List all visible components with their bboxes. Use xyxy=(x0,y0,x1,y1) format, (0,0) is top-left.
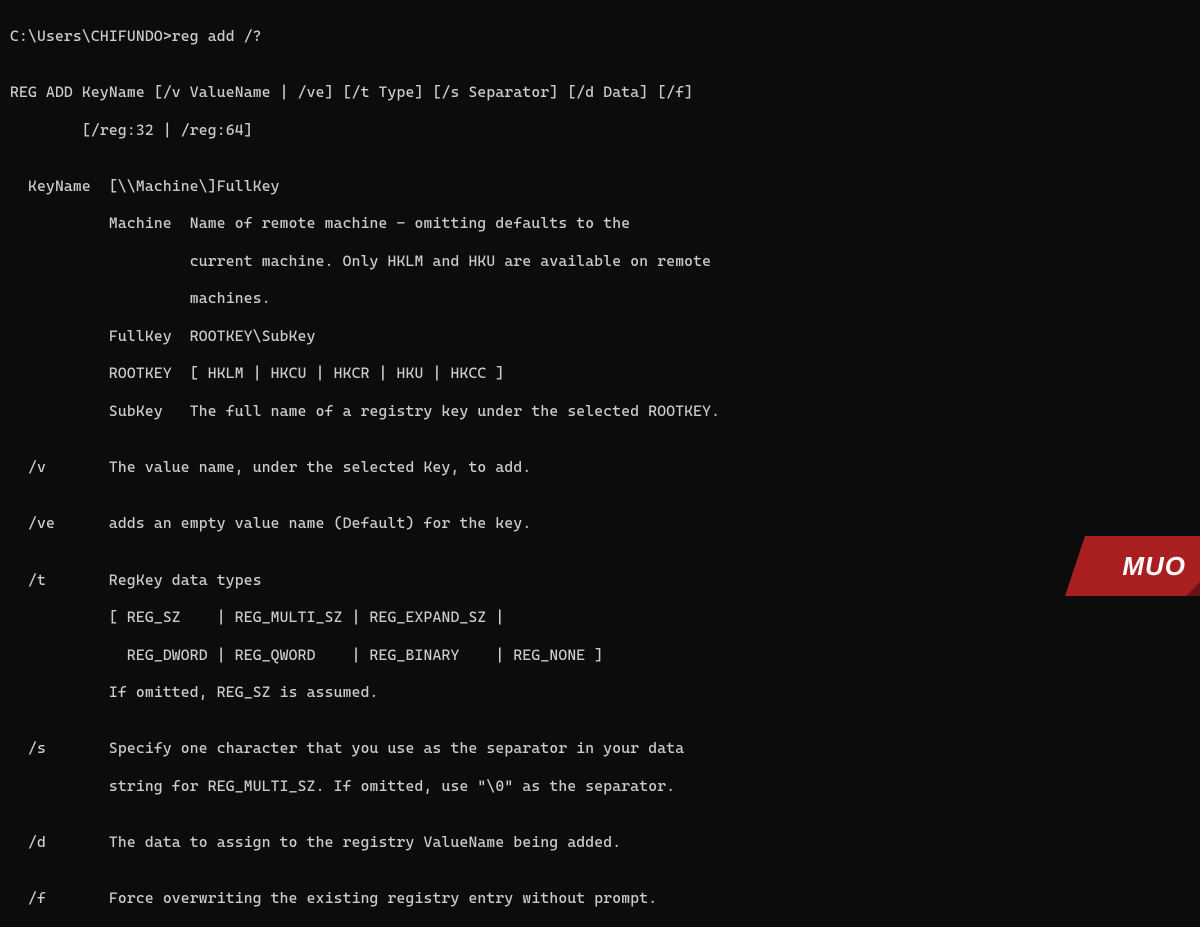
t-flag-help-line: [ REG_SZ | REG_MULTI_SZ | REG_EXPAND_SZ … xyxy=(10,608,1190,627)
syntax-line: [/reg:32 | /reg:64] xyxy=(10,121,1190,140)
logo-text: MUO xyxy=(1122,550,1186,583)
keyname-help-line: current machine. Only HKLM and HKU are a… xyxy=(10,252,1190,271)
ve-flag-help-line: /ve adds an empty value name (Default) f… xyxy=(10,514,1190,533)
f-flag-help-line: /f Force overwriting the existing regist… xyxy=(10,889,1190,908)
keyname-help-line: ROOTKEY [ HKLM | HKCU | HKCR | HKU | HKC… xyxy=(10,364,1190,383)
d-flag-help-line: /d The data to assign to the registry Va… xyxy=(10,833,1190,852)
keyname-help-line: FullKey ROOTKEY\SubKey xyxy=(10,327,1190,346)
command-prompt-line: C:\Users\CHIFUNDO>reg add /? xyxy=(10,27,1190,46)
watermark-logo: MUO xyxy=(1065,536,1200,596)
keyname-help-line: machines. xyxy=(10,289,1190,308)
t-flag-help-line: REG_DWORD | REG_QWORD | REG_BINARY | REG… xyxy=(10,646,1190,665)
syntax-line: REG ADD KeyName [/v ValueName | /ve] [/t… xyxy=(10,83,1190,102)
t-flag-help-line: If omitted, REG_SZ is assumed. xyxy=(10,683,1190,702)
logo-corner-accent xyxy=(1186,582,1200,596)
keyname-help-line: KeyName [\\Machine\]FullKey xyxy=(10,177,1190,196)
s-flag-help-line: string for REG_MULTI_SZ. If omitted, use… xyxy=(10,777,1190,796)
terminal-output: C:\Users\CHIFUNDO>reg add /? REG ADD Key… xyxy=(10,8,1190,927)
keyname-help-line: SubKey The full name of a registry key u… xyxy=(10,402,1190,421)
t-flag-help-line: /t RegKey data types xyxy=(10,571,1190,590)
s-flag-help-line: /s Specify one character that you use as… xyxy=(10,739,1190,758)
v-flag-help-line: /v The value name, under the selected Ke… xyxy=(10,458,1190,477)
keyname-help-line: Machine Name of remote machine - omittin… xyxy=(10,214,1190,233)
